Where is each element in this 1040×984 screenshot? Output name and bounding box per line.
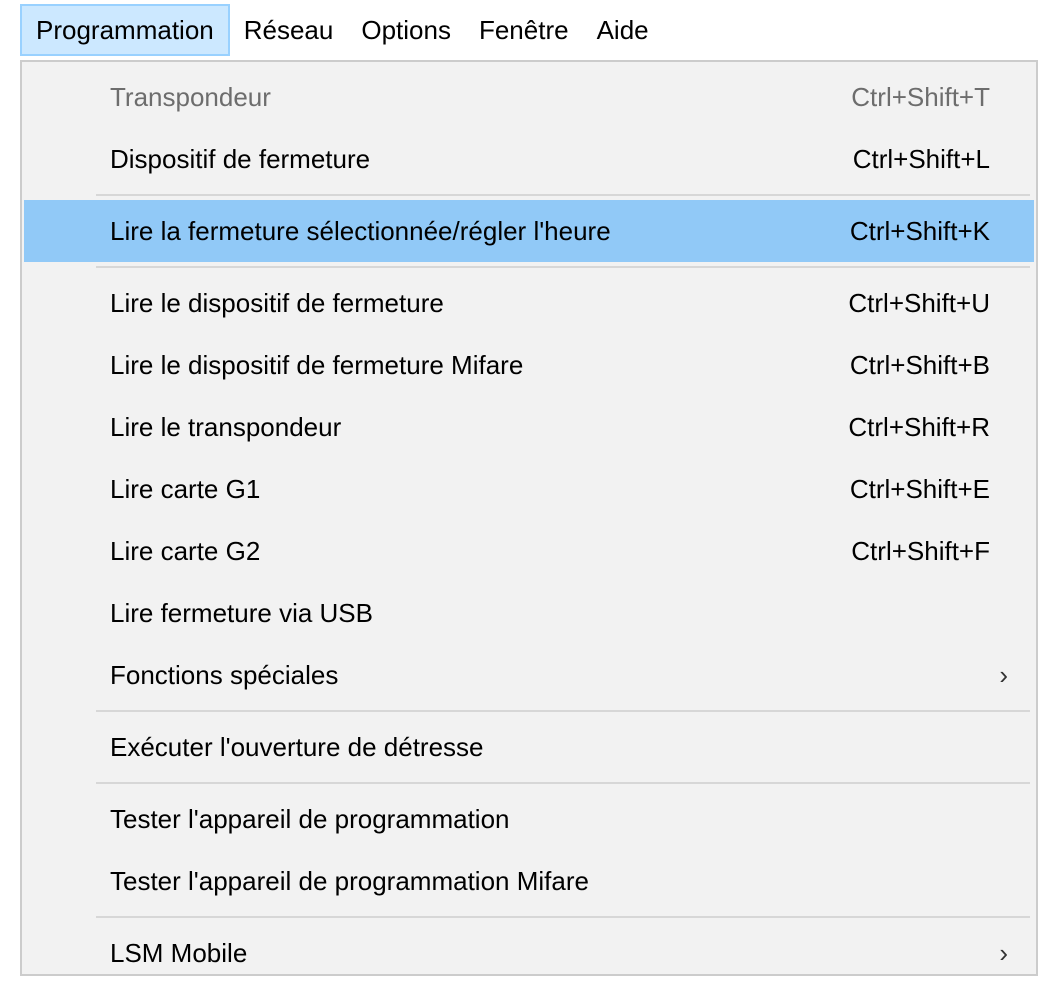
menu-separator (96, 782, 1030, 784)
menu-item-label: Fonctions spéciales (110, 659, 339, 690)
menu-separator (96, 710, 1030, 712)
chevron-right-icon: › (999, 659, 1008, 690)
menu-item-lire-transpondeur[interactable]: Lire le transpondeur Ctrl+Shift+R (24, 396, 1034, 458)
menu-item-tester-appareil-mifare[interactable]: Tester l'appareil de programmation Mifar… (24, 850, 1034, 912)
menu-item-shortcut: Ctrl+Shift+U (848, 287, 990, 318)
menu-item-label: Dispositif de fermeture (110, 143, 371, 174)
menu-item-label: Lire carte G2 (110, 535, 261, 566)
menu-item-shortcut: Ctrl+Shift+L (852, 143, 990, 174)
menu-item-label: Lire le dispositif de fermeture (110, 287, 444, 318)
menu-item-label: Transpondeur (110, 81, 271, 112)
menu-item-label: Lire la fermeture sélectionnée/régler l'… (110, 215, 611, 246)
menu-item-tester-appareil[interactable]: Tester l'appareil de programmation (24, 788, 1034, 850)
menu-item-shortcut: Ctrl+Shift+B (849, 349, 990, 380)
menu-item-label: Lire fermeture via USB (110, 597, 373, 628)
menu-separator (96, 916, 1030, 918)
menu-item-lire-carte-g2[interactable]: Lire carte G2 Ctrl+Shift+F (24, 520, 1034, 582)
programmation-dropdown-menu: Transpondeur Ctrl+Shift+T Dispositif de … (20, 60, 1038, 976)
menu-item-fonctions-speciales[interactable]: Fonctions spéciales › (24, 644, 1034, 706)
menu-options[interactable]: Options (347, 4, 465, 56)
menu-item-lire-fermeture-selectionnee[interactable]: Lire la fermeture sélectionnée/régler l'… (24, 200, 1034, 262)
menu-item-label: Exécuter l'ouverture de détresse (110, 731, 484, 762)
menu-fenetre[interactable]: Fenêtre (465, 4, 583, 56)
menu-item-label: Tester l'appareil de programmation Mifar… (110, 865, 589, 896)
menu-item-lsm-mobile[interactable]: LSM Mobile › (24, 922, 1034, 984)
menu-item-label: Lire le transpondeur (110, 411, 342, 442)
menu-item-transpondeur: Transpondeur Ctrl+Shift+T (24, 66, 1034, 128)
menu-item-label: Lire le dispositif de fermeture Mifare (110, 349, 524, 380)
menu-bar: Programmation Réseau Options Fenêtre Aid… (0, 0, 1040, 60)
menu-item-label: LSM Mobile (110, 937, 248, 968)
menu-item-shortcut: Ctrl+Shift+F (851, 535, 990, 566)
menu-item-lire-dispositif[interactable]: Lire le dispositif de fermeture Ctrl+Shi… (24, 272, 1034, 334)
menu-reseau[interactable]: Réseau (230, 4, 348, 56)
menu-item-lire-fermeture-usb[interactable]: Lire fermeture via USB (24, 582, 1034, 644)
menu-programmation[interactable]: Programmation (20, 4, 230, 56)
menu-item-shortcut: Ctrl+Shift+T (851, 81, 990, 112)
menu-separator (96, 194, 1030, 196)
menu-item-shortcut: Ctrl+Shift+R (848, 411, 990, 442)
menu-item-label: Tester l'appareil de programmation (110, 803, 510, 834)
menu-item-ouverture-detresse[interactable]: Exécuter l'ouverture de détresse (24, 716, 1034, 778)
menu-item-shortcut: Ctrl+Shift+E (849, 473, 990, 504)
menu-item-dispositif-de-fermeture[interactable]: Dispositif de fermeture Ctrl+Shift+L (24, 128, 1034, 190)
menu-item-lire-dispositif-mifare[interactable]: Lire le dispositif de fermeture Mifare C… (24, 334, 1034, 396)
menu-item-lire-carte-g1[interactable]: Lire carte G1 Ctrl+Shift+E (24, 458, 1034, 520)
menu-separator (96, 266, 1030, 268)
menu-item-list: Transpondeur Ctrl+Shift+T Dispositif de … (22, 62, 1036, 984)
menu-aide[interactable]: Aide (583, 4, 663, 56)
chevron-right-icon: › (999, 937, 1008, 968)
menu-item-label: Lire carte G1 (110, 473, 261, 504)
menu-item-shortcut: Ctrl+Shift+K (849, 215, 990, 246)
